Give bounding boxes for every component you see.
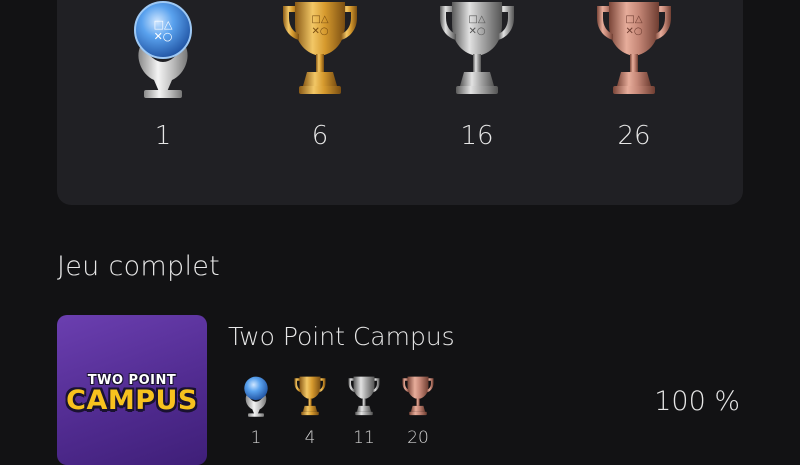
silver-trophy-icon: □△ ✕○ [427, 0, 527, 104]
bronze-trophy-icon: □△ ✕○ [584, 0, 684, 104]
gold-count: 6 [311, 121, 329, 151]
svg-text:✕○: ✕○ [311, 26, 328, 37]
game-gold-count: 4 [304, 428, 316, 448]
small-bronze-trophy-icon [398, 372, 438, 418]
game-title[interactable]: Two Point Campus [228, 322, 455, 351]
platinum-trophy-icon: □△ ✕○ [113, 0, 213, 104]
platinum-count: 1 [154, 121, 172, 151]
small-platinum-trophy-icon [236, 372, 276, 418]
game-platinum-count: 1 [250, 428, 262, 448]
svg-text:✕○: ✕○ [625, 26, 642, 37]
small-gold-trophy-icon [290, 372, 330, 418]
game-logo-main: CAMPUS [66, 385, 198, 416]
svg-text:□△: □△ [468, 14, 485, 25]
svg-text:□△: □△ [625, 14, 642, 25]
small-silver-trophy-icon [344, 372, 384, 418]
game-cover-art[interactable]: TWO POINT CAMPUS [57, 315, 207, 465]
svg-text:✕○: ✕○ [468, 26, 485, 37]
game-silver-count: 11 [353, 428, 375, 448]
completion-percentage: 100 % [654, 386, 740, 417]
silver-count: 16 [460, 121, 494, 151]
svg-text:□△: □△ [311, 14, 328, 25]
gold-trophy-icon: □△ ✕○ [270, 0, 370, 104]
bronze-count: 26 [617, 121, 651, 151]
svg-text:✕○: ✕○ [154, 30, 173, 43]
game-bronze-count: 20 [407, 428, 429, 448]
trophy-summary-card: □△ ✕○ 1 □△ ✕○ 6 □△ ✕○ 16 □△ ✕○ 26 [57, 0, 743, 205]
section-title: Jeu complet [57, 251, 221, 282]
